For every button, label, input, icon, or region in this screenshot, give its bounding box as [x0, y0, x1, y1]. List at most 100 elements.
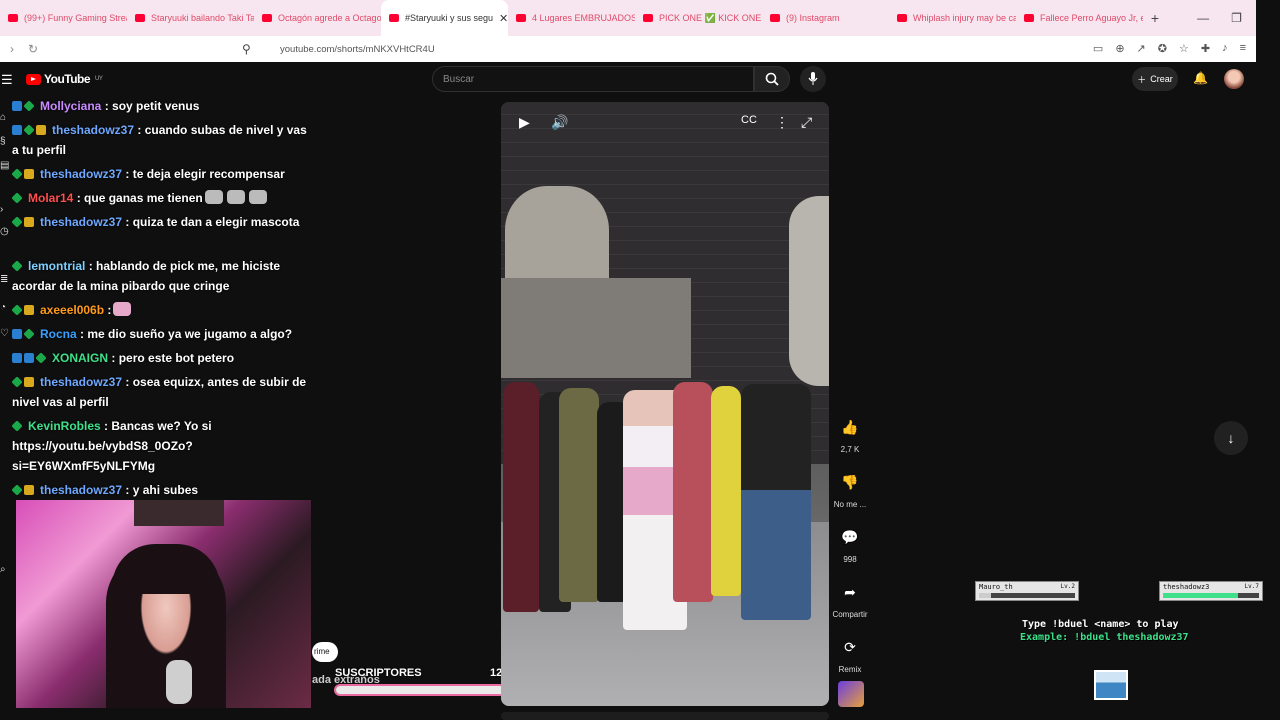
action-label: 2,7 K	[840, 445, 860, 454]
chat-text: : me dio sueño ya we jugamo a algo?	[80, 327, 293, 341]
voice-search-button[interactable]	[800, 66, 826, 92]
remix-button[interactable]: ⟳ Remix	[833, 630, 867, 685]
chat-text: : quiza te dan a elegir mascota	[125, 215, 300, 229]
chat-badge-icon	[11, 216, 23, 228]
tab-favicon-icon	[770, 14, 780, 22]
duel-player1-hp	[979, 593, 991, 598]
chat-text: : y ahi subes	[125, 483, 199, 497]
chat-text: : soy petit venus	[104, 99, 200, 113]
chat-badge-icon	[12, 125, 22, 135]
hamburger-menu-icon[interactable]: ☰	[1, 72, 13, 88]
browser-tab[interactable]: Staryuuki bailando Taki Ta	[127, 0, 254, 36]
music-icon[interactable]: ♪	[1222, 42, 1228, 55]
maximize-icon[interactable]: ❐	[1231, 11, 1242, 25]
reload-icon[interactable]: ↻	[28, 42, 38, 56]
star-icon[interactable]: ☆	[1179, 42, 1189, 55]
browser-tab[interactable]: PICK ONE ✅ KICK ONE ❌	[635, 0, 762, 36]
zoom-icon[interactable]: ⊕	[1115, 42, 1124, 55]
browser-tab[interactable]: #Staryuuki y sus segu ✕	[381, 0, 508, 36]
tab-label: (99+) Funny Gaming Strea	[24, 13, 127, 23]
chat-badge-icon	[12, 101, 22, 111]
chat-username: Rocna	[40, 327, 77, 341]
chat-badge-icon	[24, 353, 34, 363]
subscribe-pill[interactable]: rime	[312, 642, 338, 662]
browser-tab[interactable]: 4 Lugares EMBRUJADOS e	[508, 0, 635, 36]
browser-tab[interactable]: Whiplash injury may be ca	[889, 0, 1016, 36]
browser-tab[interactable]: Fallece Perro Aguayo Jr, e	[1016, 0, 1143, 36]
browser-tab[interactable]: Octagón agrede a Octago	[254, 0, 381, 36]
search-input[interactable]: Buscar	[432, 66, 754, 92]
volume-icon[interactable]: 🔊	[551, 114, 568, 131]
notifications-bell-icon[interactable]: 🔔	[1193, 71, 1208, 85]
search-button[interactable]	[754, 66, 790, 92]
chat-badge-icon	[24, 305, 34, 315]
chat-message: lemontrial : hablando de pick me, me hic…	[11, 256, 312, 296]
dislike-icon: 👎	[841, 473, 859, 490]
group-of-people	[501, 372, 829, 630]
close-tab-icon[interactable]: ✕	[499, 12, 508, 25]
account-avatar[interactable]	[1224, 69, 1244, 89]
profile-menu-icon[interactable]: ≡	[1240, 42, 1246, 55]
chat-badge-icon	[12, 353, 22, 363]
chat-badge-icon	[11, 168, 23, 180]
region-code: UY	[95, 76, 103, 82]
create-button[interactable]: ＋ Crear	[1132, 67, 1178, 91]
chat-message: theshadowz37 : te deja elegir recompensa…	[11, 164, 312, 184]
audio-thumbnail[interactable]	[838, 681, 864, 707]
chat-username: XONAIGN	[52, 351, 109, 365]
next-video-button[interactable]: ↓	[1214, 421, 1248, 455]
shorts-video-player[interactable]: ▶ 🔊 CC ⋮ ⤢	[501, 102, 829, 706]
comment-button[interactable]: 💬 998	[833, 520, 867, 575]
captions-icon[interactable]: CC	[741, 114, 757, 126]
youtube-play-icon	[26, 73, 41, 85]
chat-message: theshadowz37 : cuando subas de nivel y v…	[12, 120, 312, 160]
chat-emote-icon	[204, 190, 223, 204]
tab-favicon-icon	[516, 14, 526, 22]
puzzle-icon[interactable]: ✚	[1201, 42, 1210, 55]
action-label: 998	[843, 555, 857, 564]
duel-player1-card: Mauro_th Lv.2	[975, 581, 1079, 601]
share-icon: ➦	[844, 583, 856, 600]
fullscreen-icon[interactable]: ⤢	[801, 114, 812, 131]
tab-favicon-icon	[643, 14, 653, 22]
share-page-icon[interactable]: ↗	[1137, 42, 1146, 55]
tab-label: (9) Instagram	[786, 13, 840, 23]
tab-label: PICK ONE ✅ KICK ONE ❌	[659, 12, 762, 23]
youtube-header: ☰ YouTube UY Buscar ＋ Crear 🔔	[0, 62, 1256, 96]
extension-icon[interactable]: ✪	[1158, 42, 1167, 55]
bookmark-icon[interactable]: ⚲	[242, 42, 251, 56]
play-icon[interactable]: ▶	[519, 114, 530, 131]
cast-icon[interactable]: ▭	[1093, 42, 1103, 55]
browser-tab[interactable]: (99+) Funny Gaming Strea	[0, 0, 127, 36]
minimize-icon[interactable]: —	[1197, 11, 1209, 25]
chat-message: KevinRobles : Bancas we? Yo si https://y…	[11, 416, 312, 476]
chat-badge-icon	[24, 377, 34, 387]
chat-badge-icon	[11, 260, 23, 272]
browser-tab[interactable]: (9) Instagram	[762, 0, 889, 36]
action-label: Compartir	[832, 610, 868, 619]
window-edge	[1256, 0, 1280, 720]
chat-text: : te deja elegir recompensar	[125, 167, 285, 181]
chat-badge-icon	[24, 485, 34, 495]
url-field[interactable]: youtube.com/shorts/mNKXVHtCR4U	[280, 44, 435, 55]
duel-player1-level: Lv.2	[1060, 583, 1075, 590]
browser-tab-bar: (99+) Funny Gaming Strea Staryuuki bailan…	[0, 0, 1256, 36]
share-button[interactable]: ➦ Compartir	[832, 575, 867, 630]
forward-icon[interactable]: ›	[10, 42, 14, 56]
tab-label: Octagón agrede a Octago	[278, 13, 381, 23]
chat-emote-icon	[248, 190, 267, 204]
explore-icon[interactable]: ⌕	[0, 564, 12, 576]
chat-username: lemontrial	[28, 259, 86, 273]
chat-badge-icon	[11, 420, 23, 432]
tab-label: #Staryuuki y sus segu	[405, 13, 494, 23]
chat-badge-icon	[11, 304, 23, 316]
dislike-button[interactable]: 👎 No me ...	[833, 465, 867, 520]
comment-icon: 💬	[841, 528, 859, 545]
chat-badge-icon	[11, 484, 23, 496]
new-tab-icon[interactable]: +	[1143, 10, 1167, 26]
duel-sprite	[1094, 670, 1128, 700]
youtube-logo[interactable]: YouTube UY	[26, 72, 103, 86]
like-button[interactable]: 👍 2,7 K	[833, 410, 867, 465]
more-options-icon[interactable]: ⋮	[775, 114, 789, 131]
chat-badge-icon	[23, 328, 35, 340]
